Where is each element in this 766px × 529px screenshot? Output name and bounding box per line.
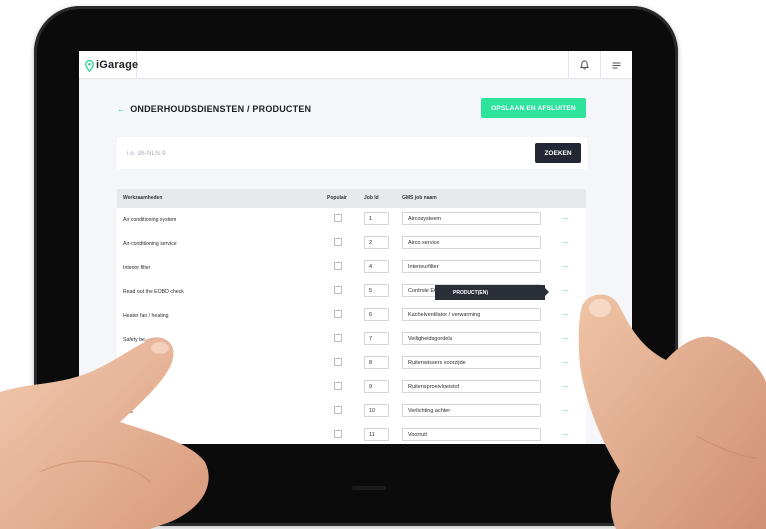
popular-checkbox[interactable] (334, 214, 342, 222)
bell-icon (580, 60, 589, 70)
popular-checkbox[interactable] (334, 358, 342, 366)
job-id-field[interactable]: 7 (364, 332, 389, 345)
row-arrow-icon[interactable]: → (561, 237, 569, 246)
service-name: Heater fan / heating (123, 313, 169, 319)
table-header: Werkzaamheden Populair Job Id GMS job na… (117, 189, 586, 208)
gms-job-name-field[interactable]: Veiligheidsgordels (402, 332, 541, 345)
popular-checkbox[interactable] (334, 334, 342, 342)
right-hand (578, 294, 766, 529)
service-name: Air conditioning system (123, 217, 177, 223)
popular-checkbox[interactable] (334, 238, 342, 246)
location-pin-icon (85, 59, 94, 73)
left-hand (0, 337, 209, 529)
gms-job-name-field[interactable]: Aircosysteem (402, 212, 541, 225)
search-button[interactable]: ZOEKEN (535, 143, 581, 163)
service-name: Interior filter (123, 265, 151, 271)
table-row: Air-conditioning service 2 Airco service → (117, 232, 586, 256)
job-id-field[interactable]: 2 (364, 236, 389, 249)
gms-job-name-field[interactable]: Interieurfilter (402, 260, 541, 273)
gms-job-name-field[interactable]: Airco service (402, 236, 541, 249)
service-name: Air-conditioning service (123, 241, 177, 247)
job-id-field[interactable]: 5 (364, 284, 389, 297)
license-plate-search-input[interactable] (127, 147, 507, 159)
brand-name: iGarage (96, 59, 139, 71)
job-id-field[interactable]: 1 (364, 212, 389, 225)
table-row: Air conditioning system 1 Aircosysteem → (117, 208, 586, 232)
page-header: ← ONDERHOUDSDIENSTEN / PRODUCTEN (117, 104, 311, 114)
popular-checkbox[interactable] (334, 382, 342, 390)
job-id-field[interactable]: 6 (364, 308, 389, 321)
column-header-popular: Populair (327, 195, 348, 201)
search-panel: ZOEKEN (117, 137, 587, 169)
column-header-name: Werkzaamheden (123, 195, 163, 201)
top-bar: iGarage (79, 51, 632, 79)
job-id-field[interactable]: 4 (364, 260, 389, 273)
products-tooltip: PRODUCT(EN) (435, 285, 549, 300)
popular-checkbox[interactable] (334, 286, 342, 294)
popular-checkbox[interactable] (334, 406, 342, 414)
table-row: Interior filter 4 Interieurfilter → (117, 256, 586, 280)
back-arrow-icon[interactable]: ← (117, 104, 126, 114)
row-arrow-icon[interactable]: → (561, 261, 569, 270)
job-id-field[interactable]: 9 (364, 380, 389, 393)
column-header-job-id: Job Id (364, 195, 379, 201)
job-id-field[interactable]: 11 (364, 428, 389, 441)
save-and-close-button[interactable]: OPSLAAN EN AFSLUITEN (481, 98, 586, 118)
job-id-field[interactable]: 10 (364, 404, 389, 417)
gms-job-name-field[interactable]: Kachelventilator / verwarming (402, 308, 541, 321)
popular-checkbox[interactable] (334, 262, 342, 270)
popular-checkbox[interactable] (334, 430, 342, 438)
column-header-gms: GMS job naam (402, 195, 437, 201)
brand-logo[interactable]: iGarage (79, 51, 139, 79)
menu-button[interactable] (600, 51, 632, 79)
popular-checkbox[interactable] (334, 310, 342, 318)
gms-job-name-field[interactable]: Ruitensproeivloeistof (402, 380, 541, 393)
gms-job-name-field[interactable]: Verlichting achter (402, 404, 541, 417)
notifications-button[interactable] (568, 51, 600, 79)
job-id-field[interactable]: 8 (364, 356, 389, 369)
menu-icon (612, 62, 621, 68)
row-arrow-icon[interactable]: → (561, 213, 569, 222)
gms-job-name-field[interactable]: Voorruit (402, 428, 541, 441)
page-title: ONDERHOUDSDIENSTEN / PRODUCTEN (130, 104, 312, 114)
gms-job-name-field[interactable]: Ruitenwissers voorzijde (402, 356, 541, 369)
service-name: Read out the EOBD check (123, 289, 184, 295)
